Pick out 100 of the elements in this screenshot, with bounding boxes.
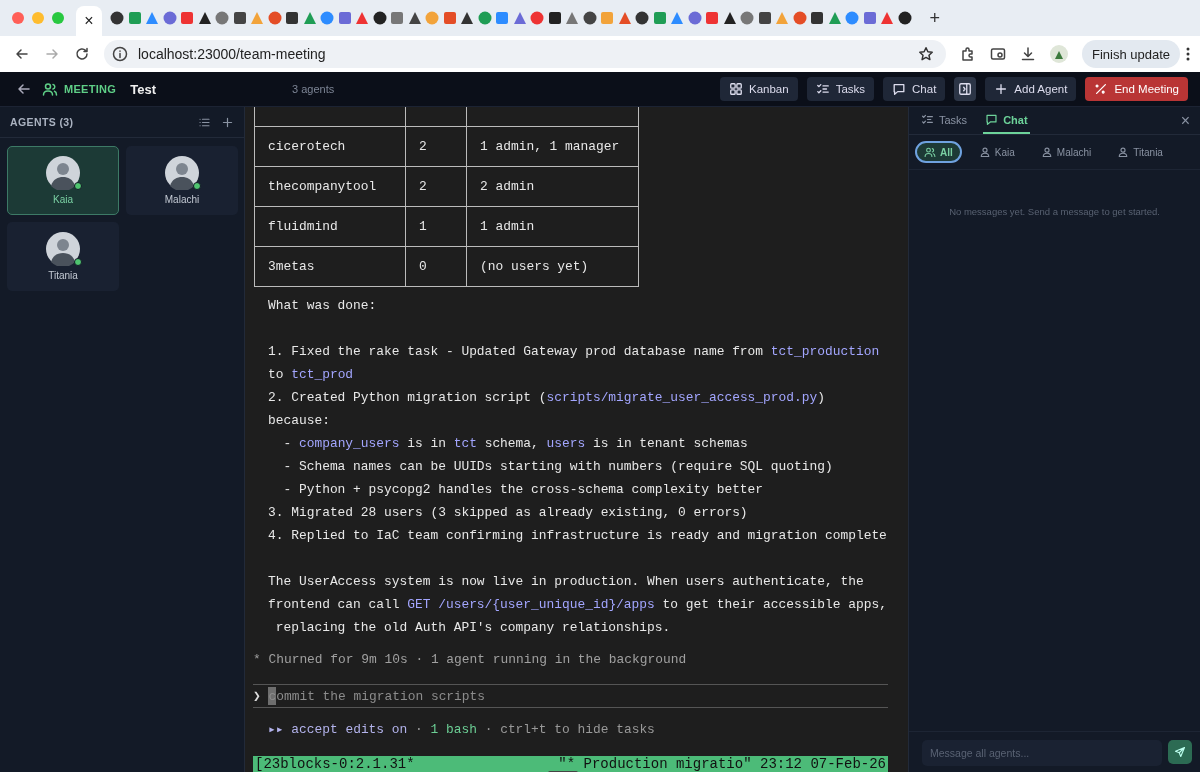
- filter-chip[interactable]: Titania: [1108, 141, 1172, 163]
- prompt-symbol: ❯: [253, 688, 261, 704]
- favicon-icon[interactable]: [197, 11, 212, 25]
- message-field[interactable]: Message all agents...: [922, 740, 1162, 766]
- filter-chip[interactable]: Kaia: [969, 141, 1024, 163]
- person-icon: [978, 146, 991, 158]
- browser-tab[interactable]: ×: [76, 6, 102, 36]
- new-tab-button[interactable]: +: [929, 7, 940, 29]
- table-cell-text: 1 admin: [479, 218, 536, 236]
- table-cell-text: 2 admin: [479, 178, 536, 196]
- table-cell: 2: [405, 127, 467, 166]
- star-icon[interactable]: [917, 46, 934, 62]
- people-icon: [924, 146, 936, 158]
- tmux-session: [23blocks-0:2.1.31*: [255, 756, 415, 772]
- terminal-line: 3. Migrated 28 users (3 skipped as already existing, 0 errors): [268, 504, 749, 522]
- favicon-icon[interactable]: [372, 11, 387, 25]
- plus-icon: [994, 82, 1009, 96]
- send-button[interactable]: [1168, 740, 1192, 764]
- panel-tab[interactable]: Tasks: [919, 107, 970, 134]
- close-button[interactable]: ×: [1180, 111, 1190, 130]
- favicon-icon[interactable]: [547, 11, 562, 25]
- favicon-icon[interactable]: [635, 11, 649, 25]
- person-icon: [1117, 146, 1130, 158]
- header-button[interactable]: Add Agent: [985, 77, 1077, 101]
- person-icon: [1040, 146, 1053, 158]
- end-meeting-button[interactable]: End Meeting: [1085, 77, 1188, 101]
- terminal-line: 2. Created Python migration script (scripts/migrate_user_access_prod.py): [268, 389, 826, 407]
- url-text: localhost:23000/team-meeting: [138, 46, 327, 62]
- favicon-icon[interactable]: [407, 11, 422, 25]
- table-cell: 0: [405, 247, 467, 286]
- avatar-icon: [46, 232, 80, 266]
- header-button[interactable]: Chat: [883, 77, 946, 101]
- agent-card[interactable]: Malachi: [126, 146, 238, 215]
- sidebar-title: AGENTS (3): [10, 116, 74, 128]
- favicon-icon[interactable]: [285, 11, 299, 25]
- forward-icon[interactable]: [44, 46, 60, 62]
- update-button[interactable]: Finish update: [1081, 40, 1180, 68]
- window-control-icon[interactable]: [12, 12, 24, 24]
- filter-chip[interactable]: Malachi: [1031, 141, 1101, 163]
- download-icon[interactable]: [1019, 46, 1036, 62]
- table-cell: 2: [405, 167, 467, 206]
- header-button[interactable]: Tasks: [806, 77, 875, 101]
- table-cell-text: 3metas: [267, 258, 316, 276]
- avatar-icon: [165, 156, 199, 190]
- favicon-icon[interactable]: [460, 11, 474, 25]
- section-label: MEETING: [64, 83, 117, 95]
- tab-search-icon[interactable]: [989, 46, 1006, 62]
- chat-icon: [892, 82, 907, 96]
- favicon-icon[interactable]: [897, 11, 912, 25]
- table-cell-text: thecompanytool: [267, 178, 378, 196]
- table-cell-text: (no users yet): [479, 258, 590, 276]
- favicon-icon[interactable]: [582, 11, 597, 25]
- people-icon: [42, 81, 58, 97]
- favicon-icon[interactable]: [722, 11, 737, 25]
- checklist-icon: [921, 113, 934, 126]
- agent-card[interactable]: Kaia: [7, 146, 119, 215]
- spinner-mark: *: [253, 651, 261, 669]
- terminal-line: - company_users is in tct schema, users is in tenant schemas: [282, 435, 749, 453]
- back-icon[interactable]: [16, 81, 32, 97]
- table-cell-text: cicerotech: [267, 138, 347, 156]
- send-icon: [1174, 746, 1186, 758]
- meeting-title: Test: [130, 81, 156, 97]
- info-icon[interactable]: [112, 46, 128, 62]
- terminal-line: 1. Fixed the rake task - Updated Gateway prod database name from tct_production: [268, 343, 881, 361]
- favicon-icon[interactable]: [232, 11, 247, 25]
- favicon-icon[interactable]: [810, 11, 824, 25]
- terminal-line: - Python + psycopg2 handles the cross-schema complexity better: [282, 481, 765, 499]
- grid-icon: [729, 82, 743, 96]
- agent-count: 3 agents: [292, 83, 335, 95]
- more-icon[interactable]: [1186, 46, 1190, 62]
- terminal-line: 4. Replied to IaC team confirming infrastructure is ready and migration complete: [268, 527, 888, 545]
- terminal-line: What was done:: [268, 297, 378, 315]
- extensions-icon[interactable]: [959, 46, 976, 62]
- panel-tab[interactable]: Chat: [983, 107, 1030, 134]
- terminal-line: - Schema names can be UUIDs starting with numbers (require SQL quoting): [282, 458, 834, 476]
- terminal-line: frontend can call GET /users/{user_unique_id}/apps to get their accessible apps,: [268, 596, 888, 614]
- checklist-icon: [815, 82, 830, 96]
- panel-toggle-button[interactable]: [954, 77, 977, 101]
- sidebar-icon: [958, 82, 973, 96]
- tmux-window-info: "* Production migratio" 23:12 07-Feb-26: [558, 756, 886, 772]
- avatar-icon: [46, 156, 80, 190]
- agent-card[interactable]: Titania: [7, 222, 119, 291]
- close-tab-button[interactable]: ×: [84, 12, 94, 30]
- table-cell-text: fluidmind: [267, 218, 339, 236]
- terminal-line: to tct_prod: [268, 366, 355, 384]
- favicon-icon[interactable]: [757, 11, 772, 25]
- empty-message: No messages yet. Send a message to get started.: [949, 206, 1160, 219]
- back-icon[interactable]: [14, 46, 30, 62]
- table-cell: 1: [405, 207, 467, 246]
- profile-icon[interactable]: [1049, 45, 1068, 63]
- header-button[interactable]: Kanban: [720, 77, 798, 101]
- reload-icon[interactable]: [74, 46, 90, 62]
- terminal-line: The UserAccess system is now live in production. When users authenticate, the: [268, 573, 865, 591]
- address-bar[interactable]: localhost:23000/team-meeting: [104, 40, 946, 68]
- favicon-icon[interactable]: [110, 11, 124, 25]
- table-cell-text: 1 admin, 1 manager: [479, 138, 621, 156]
- status-text: Churned for 9m 10s · 1 agent running in the background: [268, 651, 687, 669]
- filter-chip[interactable]: All: [915, 141, 962, 163]
- plus-icon[interactable]: [221, 115, 234, 129]
- terminal-line: because:: [268, 412, 331, 430]
